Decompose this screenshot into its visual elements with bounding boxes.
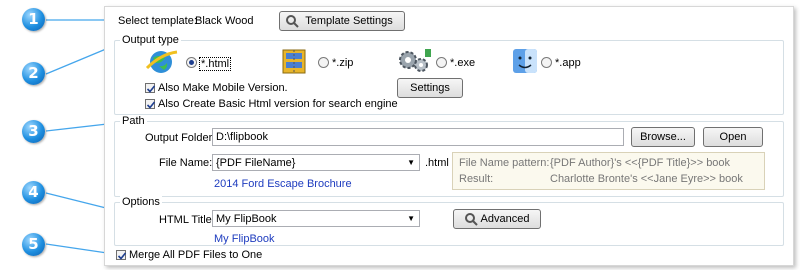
template-settings-label: Template Settings [305,15,393,27]
output-settings-button[interactable]: Settings [397,78,463,98]
zip-radio[interactable] [318,57,329,68]
callout-2: 2 [22,62,45,85]
file-ext-label: .html [425,157,449,169]
html-radio[interactable] [186,57,197,68]
template-label: Select template: [118,15,197,27]
advanced-settings-icon [465,213,478,226]
exe-radio[interactable] [436,57,447,68]
dropdown-arrow-icon[interactable]: ▼ [407,155,415,171]
html-title-preview: My FlipBook [214,233,275,245]
template-value: Black Wood [195,15,254,27]
callout-5: 5 [22,233,45,256]
pattern-label: File Name pattern: [459,157,550,169]
result-label: Result: [459,173,494,185]
file-name-value: {PDF FileName} [216,157,296,169]
basic-html-checkbox[interactable] [145,99,156,109]
callout-1: 1 [22,8,45,31]
html-radio-label[interactable]: *.html [199,57,232,71]
pattern-value: {PDF Author}'s <<{PDF Title}>> book [550,157,731,169]
options-legend: Options [120,196,162,208]
callout-4: 4 [22,181,45,204]
output-type-legend: Output type [120,34,181,46]
file-name-preview: 2014 Ford Escape Brochure [214,178,352,190]
gears-icon [399,49,431,72]
html-title-combo[interactable]: My FlipBook ▼ [212,210,420,227]
zip-radio-label[interactable]: *.zip [332,57,353,69]
app-radio-label[interactable]: *.app [555,57,581,69]
dropdown-arrow-icon[interactable]: ▼ [407,211,415,227]
file-name-label: File Name: [159,157,213,169]
open-button[interactable]: Open [703,127,763,147]
checkmark-icon [117,252,127,260]
merge-label[interactable]: Merge All PDF Files to One [129,249,262,261]
mac-finder-icon [513,49,537,73]
html-title-label: HTML Title: [159,214,215,226]
template-settings-button[interactable]: Template Settings [279,11,405,31]
exe-radio-label[interactable]: *.exe [450,57,475,69]
output-folder-input[interactable]: D:\flipbook [212,128,624,146]
merge-checkbox[interactable] [116,250,127,260]
globe-icon [145,50,178,73]
path-legend: Path [120,115,147,127]
checkmark-icon [146,85,156,93]
checkmark-icon [146,101,156,109]
html-title-value: My FlipBook [216,213,277,225]
zip-archive-icon [282,49,306,74]
template-settings-icon [286,15,299,28]
result-value: Charlotte Bronte's <<Jane Eyre>> book [550,173,743,185]
app-radio[interactable] [541,57,552,68]
file-name-combo[interactable]: {PDF FileName} ▼ [212,154,420,171]
callout-3: 3 [22,120,45,143]
basic-html-label[interactable]: Also Create Basic Html version for searc… [158,98,398,110]
output-folder-label: Output Folder: [145,132,216,144]
advanced-button[interactable]: Advanced [453,209,541,229]
browse-button[interactable]: Browse... [631,127,695,147]
mobile-version-checkbox[interactable] [145,83,156,93]
mobile-version-label[interactable]: Also Make Mobile Version. [158,82,288,94]
